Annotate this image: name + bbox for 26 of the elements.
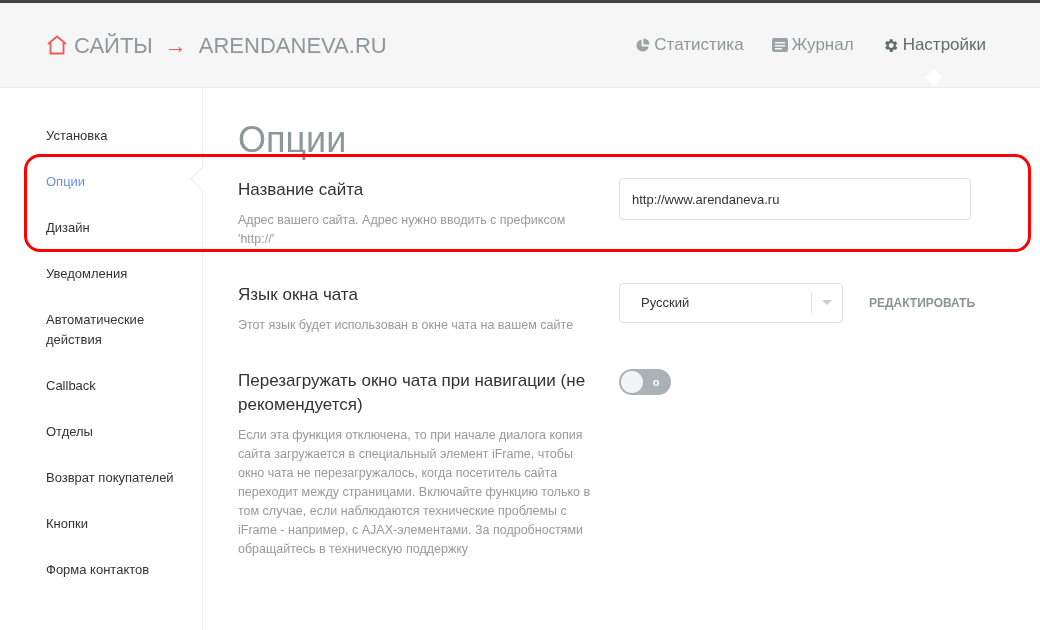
- setting-description: Если эта функция отключена, то при начале диалога копия сайта загружается в специальный элемент iFrame, чтобы окно чата не перезагружалось, когда посетитель сайта переходит между страницами. Включайте функцию только в том случае, если наблюдаются технические проблемы с iFrame - например, с AJAX-элементами. За подробностями обращайтесь в техническую поддержку: [238, 427, 592, 558]
- sidebar-item[interactable]: Возврат покупателей: [46, 468, 176, 488]
- toggle-label: o: [651, 376, 661, 388]
- sidebar-item[interactable]: Отделы: [46, 422, 176, 442]
- setting-title: Язык окна чата: [238, 284, 359, 306]
- breadcrumb-arrow: →: [164, 31, 187, 60]
- setting-title: Название сайта: [238, 179, 365, 201]
- sidebar-item[interactable]: Уведомления: [46, 264, 176, 284]
- sidebar-item[interactable]: Форма контактов: [46, 560, 176, 580]
- sidebar-item[interactable]: Дизайн: [46, 218, 176, 238]
- home-icon: [46, 35, 68, 55]
- setting-title: Перезагружать окно чата при навигации (не рекомендуется): [238, 370, 587, 416]
- site-name: ARENDANEVA.RU: [198, 31, 387, 60]
- sidebar-item[interactable]: Автоматические действия: [46, 310, 176, 350]
- page-title: Опции: [238, 118, 348, 162]
- language-select[interactable]: Русский: [619, 283, 843, 323]
- pie-chart-icon: [635, 37, 651, 53]
- document-icon: [771, 38, 788, 52]
- dropdown-caret-icon: [822, 300, 832, 306]
- site-address-field[interactable]: http://www.arendaneva.ru: [619, 178, 971, 220]
- setting-description: Адрес вашего сайта. Адрес нужно вводить с префиксом 'http://': [238, 212, 567, 248]
- sidebar-item[interactable]: Кнопки: [46, 514, 176, 534]
- setting-description: Этот язык будет использован в окне чата на вашем сайте: [238, 317, 575, 334]
- sidebar-item[interactable]: Установка: [46, 126, 176, 146]
- sidebar-item[interactable]: Callback: [46, 376, 176, 396]
- top-nav-tab[interactable]: Настройки: [881, 32, 986, 58]
